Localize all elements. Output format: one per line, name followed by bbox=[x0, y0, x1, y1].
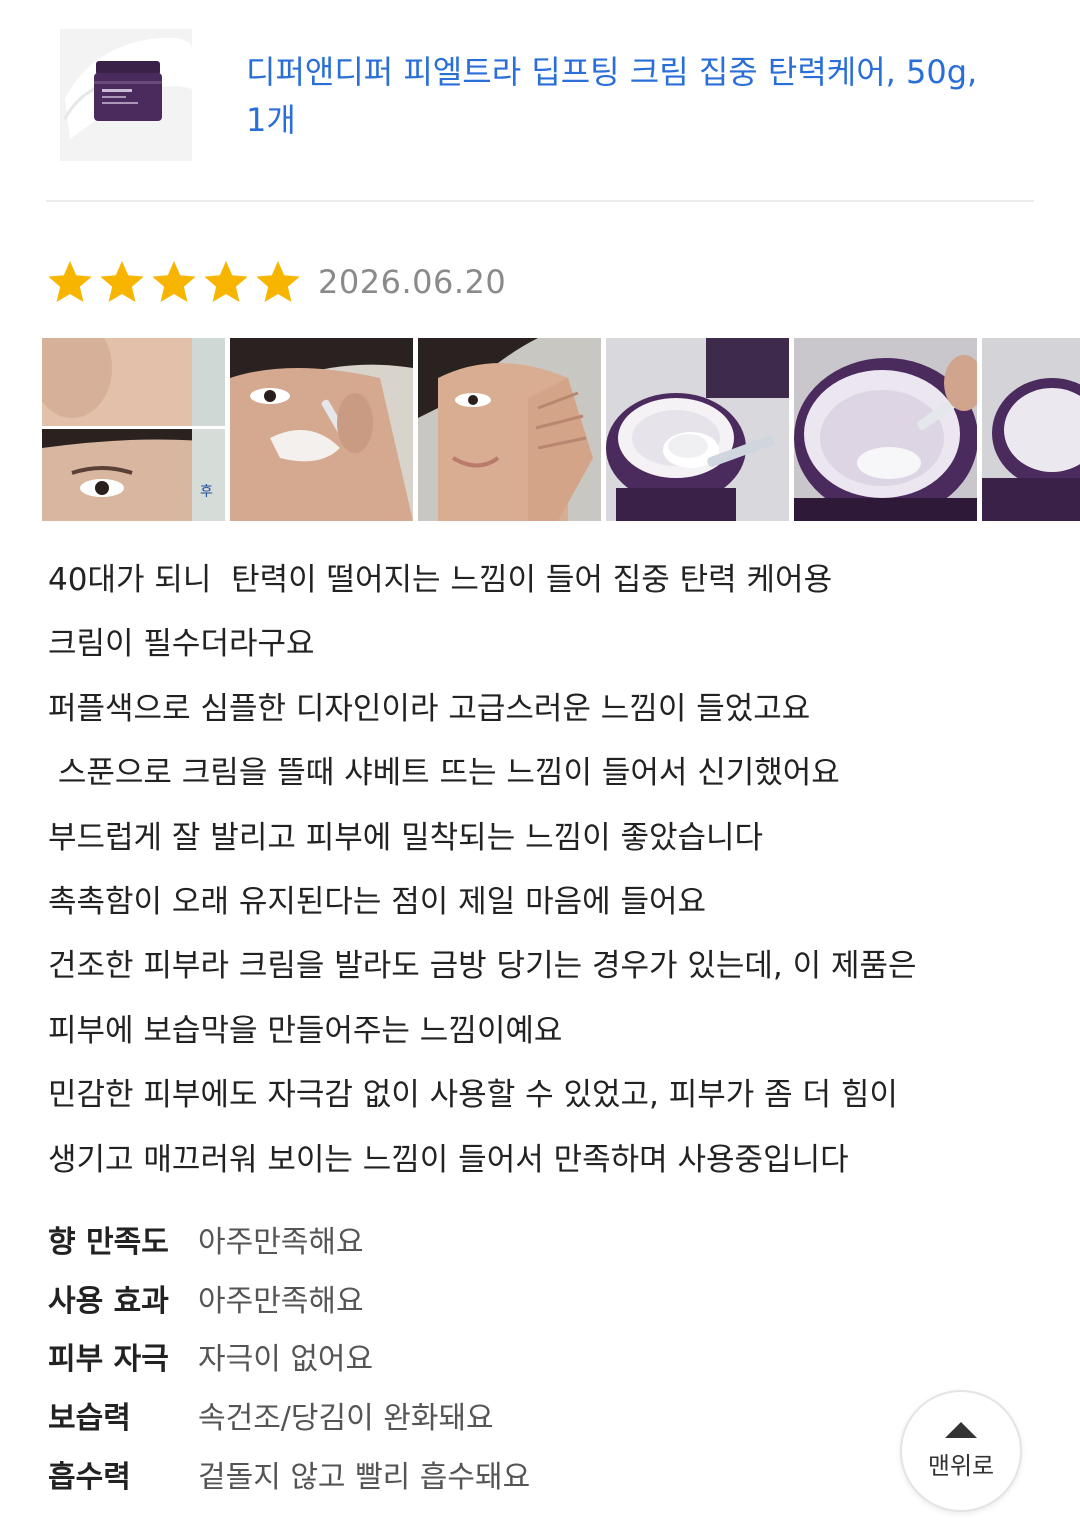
review-text-line: 크림이 필수더라구요 bbox=[48, 626, 315, 663]
review-text-line: 부드럽게 잘 발리고 피부에 밀착되는 느낌이 좋았습니다 bbox=[48, 819, 764, 856]
product-title-line1: 디퍼앤디퍼 피엘트라 딥프팅 크림 집중 탄력케어, 50g, bbox=[246, 53, 978, 91]
review-text-line: 스푼으로 크림을 뜰때 샤베트 뜨는 느낌이 들어서 신기했어요 bbox=[48, 755, 840, 792]
product-title-line2: 1개 bbox=[246, 101, 296, 139]
attribute-label: 흡수력 bbox=[48, 1459, 131, 1495]
attribute-label: 사용 효과 bbox=[48, 1283, 169, 1319]
star-icon bbox=[152, 261, 196, 302]
cheek-pat-photo[interactable] bbox=[418, 338, 601, 521]
product-title-link[interactable]: 디퍼앤디퍼 피엘트라 딥프팅 크림 집중 탄력케어, 50g, 1개 bbox=[246, 48, 1046, 144]
review-photo-strip[interactable]: 후 bbox=[42, 338, 1080, 521]
star-icon bbox=[204, 261, 248, 302]
jar-closeup-photo[interactable] bbox=[982, 338, 1080, 521]
rating-row: 2026.06.20 bbox=[46, 258, 506, 306]
back-to-top-button[interactable]: 맨위로 bbox=[900, 1390, 1022, 1512]
before-after-face-photo[interactable]: 후 bbox=[42, 338, 225, 521]
review-text-line: 생기고 매끄러워 보이는 느낌이 들어서 만족하며 사용중입니다 bbox=[48, 1141, 849, 1178]
back-to-top-label: 맨위로 bbox=[927, 1451, 995, 1480]
attribute-label: 보습력 bbox=[48, 1401, 131, 1437]
attribute-label: 향 만족도 bbox=[48, 1225, 169, 1261]
review-text-line: 피부에 보습막을 만들어주는 느낌이예요 bbox=[48, 1012, 563, 1049]
review-attributes: 향 만족도 아주만족해요 사용 효과 아주만족해요 피부 자극 자극이 없어요 보습력 속건조… bbox=[48, 1210, 848, 1503]
attribute-row: 보습력 속건조/당김이 완화돼요 bbox=[48, 1386, 848, 1445]
attribute-row: 사용 효과 아주만족해요 bbox=[48, 1269, 848, 1328]
review-text-line: 건조한 피부라 크림을 발라도 금방 당기는 경우가 있는데, 이 제품은 bbox=[48, 948, 917, 985]
attribute-value: 겉돌지 않고 빨리 흡수돼요 bbox=[198, 1459, 531, 1495]
star-icon bbox=[100, 261, 144, 302]
star-icon bbox=[48, 261, 92, 302]
cream-on-spatula-photo[interactable] bbox=[606, 338, 789, 521]
attribute-row: 향 만족도 아주만족해요 bbox=[48, 1210, 848, 1269]
attribute-value: 아주만족해요 bbox=[198, 1225, 364, 1261]
review-text-line: 40대가 되니 탄력이 떨어지는 느낌이 들어 집중 탄력 케어용 bbox=[48, 562, 833, 598]
review-text: 40대가 되니 탄력이 떨어지는 느낌이 들어 집중 탄력 케어용크림이 필수더… bbox=[48, 548, 1048, 1192]
review-text-line: 퍼플색으로 심플한 디자인이라 고급스러운 느낌이 들었고요 bbox=[48, 690, 811, 727]
cream-jar-image bbox=[60, 29, 192, 161]
review-text-line: 촉촉함이 오래 유지된다는 점이 제일 마음에 들어요 bbox=[48, 884, 707, 921]
applying-cream-photo[interactable] bbox=[230, 338, 413, 521]
review-text-line: 민감한 피부에도 자극감 없이 사용할 수 있었고, 피부가 좀 더 힘이 bbox=[48, 1077, 898, 1114]
arrow-up-icon bbox=[945, 1421, 977, 1438]
product-header[interactable]: 디퍼앤디퍼 피엘트라 딥프팅 크림 집중 탄력케어, 50g, 1개 bbox=[0, 0, 1080, 200]
star-icon bbox=[256, 261, 300, 302]
after-caption: 후 bbox=[200, 484, 213, 500]
attribute-value: 자극이 없어요 bbox=[198, 1342, 374, 1378]
review-date: 2026.06.20 bbox=[318, 263, 507, 301]
attribute-row: 흡수력 겉돌지 않고 빨리 흡수돼요 bbox=[48, 1444, 848, 1503]
product-thumbnail[interactable] bbox=[60, 29, 192, 161]
attribute-label: 피부 자극 bbox=[48, 1342, 169, 1378]
open-jar-texture-photo[interactable] bbox=[794, 338, 977, 521]
attribute-value: 속건조/당김이 완화돼요 bbox=[198, 1401, 494, 1437]
attribute-value: 아주만족해요 bbox=[198, 1283, 364, 1319]
attribute-row: 피부 자극 자극이 없어요 bbox=[48, 1327, 848, 1386]
review-page: 디퍼앤디퍼 피엘트라 딥프팅 크림 집중 탄력케어, 50g, 1개 2026.… bbox=[0, 0, 1080, 1532]
star-rating bbox=[46, 258, 302, 306]
divider bbox=[46, 200, 1034, 202]
